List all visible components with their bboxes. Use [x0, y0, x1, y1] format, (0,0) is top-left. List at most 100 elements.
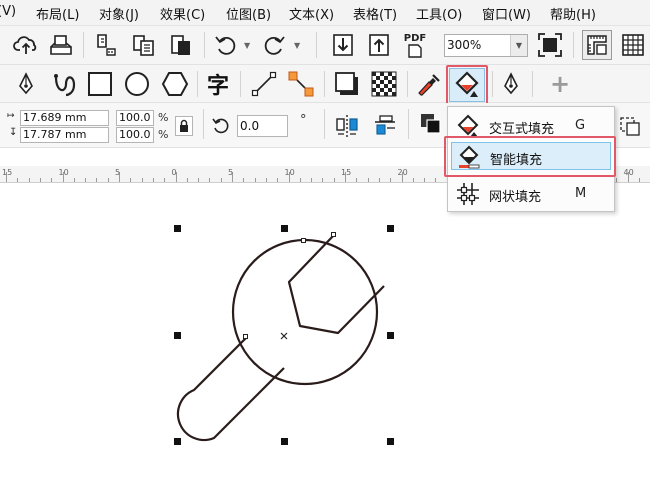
menu-tools[interactable]: 工具(O) [416, 4, 462, 23]
ruler-minor-tick [141, 178, 143, 182]
ruler-minor-tick [186, 178, 188, 182]
transparency-icon[interactable] [369, 71, 399, 97]
ruler-minor-tick [107, 178, 109, 182]
selection-handle-top-right[interactable] [387, 225, 394, 232]
connector-icon[interactable] [286, 71, 316, 97]
ruler-minor-tick [412, 178, 414, 182]
ruler-settings-icon[interactable] [582, 30, 612, 60]
scale-x-field[interactable]: 100.0 [116, 110, 154, 126]
height-icon: ↧ [9, 127, 18, 138]
mesh-fill-shortcut: M [575, 186, 587, 201]
menu-table[interactable]: 表格(T) [353, 4, 397, 23]
ruler-minor-tick [243, 178, 245, 182]
selection-handle-top-middle[interactable] [281, 225, 288, 232]
align-icon[interactable] [371, 113, 399, 139]
zoom-dropdown-button[interactable]: ▼ [510, 35, 527, 56]
menu-effects[interactable]: 效果(C) [160, 4, 205, 23]
line-icon[interactable] [249, 71, 279, 97]
order-icon[interactable] [418, 111, 446, 137]
text-tool[interactable]: 字 [204, 71, 232, 99]
ruler-minor-tick [73, 178, 75, 182]
selection-handle-bottom-left[interactable] [174, 438, 181, 445]
ruler-minor-tick [152, 178, 154, 182]
rectangle-icon[interactable] [86, 71, 114, 97]
convert-icon[interactable] [616, 113, 644, 139]
ruler-minor-tick [367, 178, 369, 182]
export-file-icon[interactable] [366, 32, 392, 58]
standard-toolbar: ▼ ▼ PDF ▼ [0, 26, 650, 65]
ruler-minor-tick [435, 178, 437, 182]
eyedropper-icon[interactable] [414, 71, 442, 97]
fullscreen-icon[interactable] [536, 32, 564, 58]
menu-view[interactable]: (V) [0, 4, 16, 19]
wrench-drawing[interactable] [0, 184, 650, 490]
height-field[interactable]: 17.787 mm [20, 127, 109, 143]
ruler-minor-tick [39, 178, 41, 182]
interactive-fill-item[interactable]: 交互式填充 G [451, 112, 611, 140]
selection-handle-bottom-middle[interactable] [281, 438, 288, 445]
ruler-minor-tick [311, 178, 313, 182]
ruler-label: 15 [341, 168, 352, 177]
import-file-icon[interactable] [330, 32, 356, 58]
shadow-icon[interactable] [332, 71, 362, 97]
import-icon[interactable] [93, 32, 119, 58]
ruler-minor-tick [51, 178, 53, 182]
mirror-icon[interactable] [333, 113, 361, 139]
polygon-icon[interactable] [160, 71, 190, 97]
interactive-fill-icon [457, 114, 479, 137]
mesh-fill-item[interactable]: 网状填充 M [451, 180, 611, 208]
ruler-label: 20 [397, 168, 408, 177]
menu-layout[interactable]: 布局(L) [36, 4, 79, 23]
redo-icon[interactable] [260, 32, 288, 58]
selection-handle-top-left[interactable] [174, 225, 181, 232]
ruler-minor-tick [198, 178, 200, 182]
rotation-field[interactable]: 0.0 [237, 115, 288, 137]
ruler-label: 10 [58, 168, 69, 177]
pdf-label: PDF [403, 32, 427, 44]
zoom-level-input[interactable] [447, 38, 507, 52]
mesh-fill-label: 网状填充 [489, 190, 542, 205]
ruler-minor-tick [209, 178, 211, 182]
menu-bar: (V) 布局(L) 对象(J) 效果(C) 位图(B) 文本(X) 表格(T) … [0, 0, 650, 26]
publish-pdf-button[interactable]: PDF [400, 30, 430, 60]
selection-handle-middle-left[interactable] [174, 332, 181, 339]
undo-icon[interactable] [212, 32, 240, 58]
paste-icon[interactable] [168, 32, 194, 58]
grid-icon[interactable] [618, 32, 648, 58]
pen-nib-icon[interactable] [14, 71, 38, 97]
menu-bitmaps[interactable]: 位图(B) [226, 4, 271, 23]
drawing-canvas[interactable] [0, 184, 650, 490]
smart-fill-item[interactable]: 智能填充 [451, 142, 611, 170]
ellipse-icon[interactable] [122, 71, 152, 97]
outline-pen-icon[interactable] [498, 71, 524, 97]
scale-y-field[interactable]: 100.0 [116, 127, 154, 143]
menu-window[interactable]: 窗口(W) [482, 4, 531, 23]
print-icon[interactable] [47, 32, 75, 58]
width-field[interactable]: 17.689 mm [20, 110, 109, 126]
menu-text[interactable]: 文本(X) [289, 4, 334, 23]
mesh-fill-icon [457, 183, 479, 205]
ruler-minor-tick [378, 178, 380, 182]
ruler-minor-tick [356, 178, 358, 182]
curve-icon[interactable] [50, 71, 80, 97]
ruler-minor-tick [164, 178, 166, 182]
degree-unit: ° [300, 113, 307, 128]
selection-handle-bottom-right[interactable] [387, 438, 394, 445]
width-icon: ↦ [7, 111, 15, 121]
cloud-icon[interactable] [12, 32, 40, 58]
ruler-minor-tick [277, 178, 279, 182]
smart-fill-icon [459, 145, 480, 169]
fill-icon[interactable] [449, 68, 485, 102]
menu-object[interactable]: 对象(J) [99, 4, 139, 23]
zoom-level-box[interactable]: ▼ [444, 34, 528, 57]
ruler-minor-tick [130, 178, 132, 182]
ruler-minor-tick [96, 178, 98, 182]
interactive-fill-label: 交互式填充 [489, 122, 555, 137]
add-tool-button[interactable]: + [546, 70, 574, 98]
menu-help[interactable]: 帮助(H) [550, 4, 596, 23]
ruler-minor-tick [299, 178, 301, 182]
ruler-minor-tick [220, 178, 222, 182]
lock-ratio-icon[interactable] [175, 116, 193, 136]
selection-handle-middle-right[interactable] [387, 332, 394, 339]
copy-icon[interactable] [131, 32, 157, 58]
